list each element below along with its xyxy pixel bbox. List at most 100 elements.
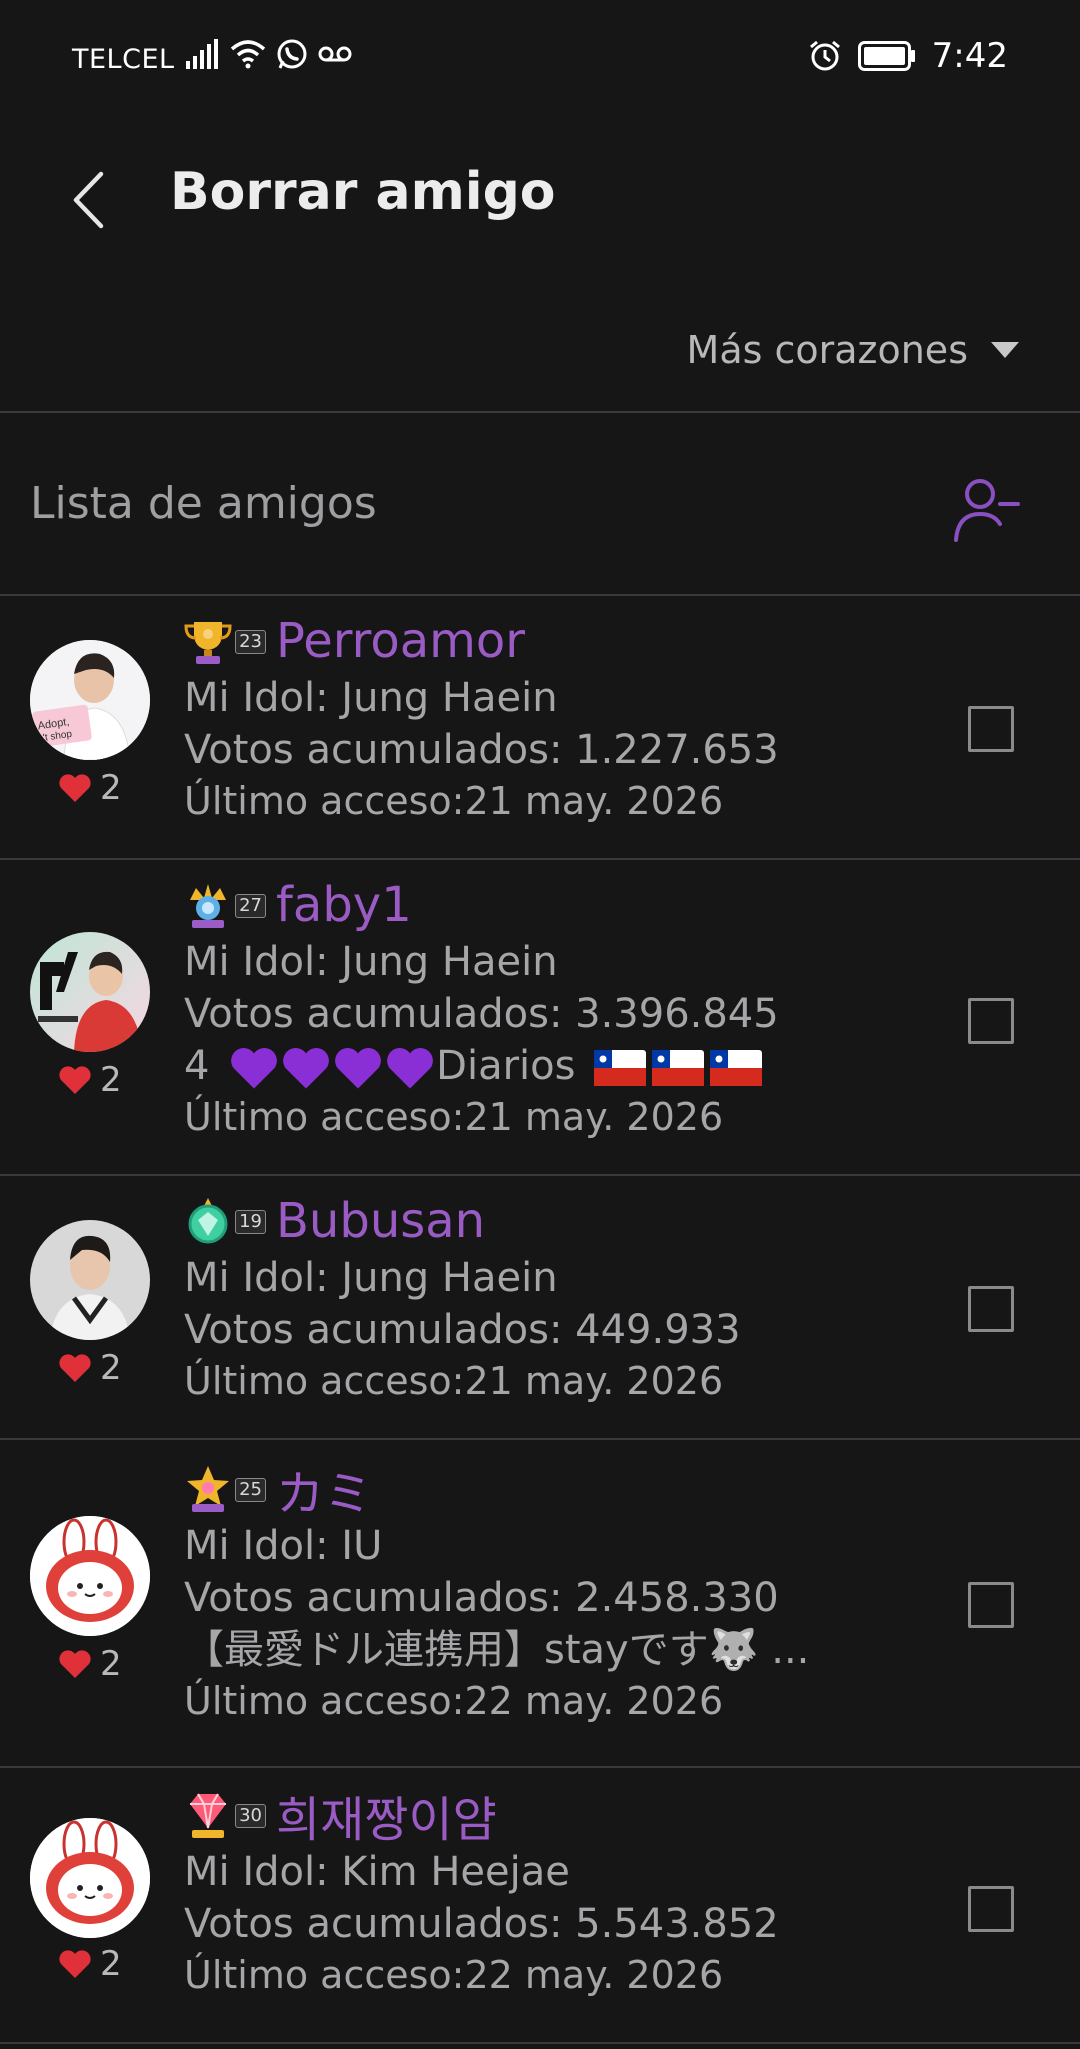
heart-icon: [59, 1066, 91, 1094]
purple-heart-icon: [387, 1048, 434, 1089]
level-badge: 19: [235, 1210, 266, 1234]
section-title: Lista de amigos: [30, 478, 377, 529]
avatar: [30, 1818, 150, 1938]
heart-icon: [59, 1650, 91, 1678]
friends-list-header: Lista de amigos: [0, 414, 1080, 594]
status-suffix: Diarios: [436, 1043, 576, 1089]
friend-name: Perroamor: [276, 613, 525, 669]
alarm-icon: [809, 40, 840, 71]
sort-label: Más corazones: [686, 328, 968, 372]
battery-icon: [857, 41, 915, 71]
hearts-count: 2: [58, 1060, 122, 1100]
friend-row[interactable]: 2 25 カミ Mi Idol: IU Votos acumulados: 2.…: [0, 1440, 1080, 1768]
purple-heart-icon: [335, 1048, 382, 1089]
chile-flag-icon: [594, 1050, 647, 1086]
gem-badge-icon: 19: [184, 1196, 266, 1246]
triangle-down-icon: [991, 342, 1019, 358]
idol-text: Mi Idol: Kim Heejae: [184, 1849, 570, 1895]
friend-info: 23 Perroamor Mi Idol: Jung Haein Votos a…: [184, 610, 779, 826]
remove-friend-button[interactable]: [952, 474, 1024, 544]
idol-text: Mi Idol: Jung Haein: [184, 1255, 558, 1301]
hearts-value: 2: [100, 1348, 122, 1388]
hearts-count: 2: [58, 1944, 122, 1984]
friend-info: 25 カミ Mi Idol: IU Votos acumulados: 2.45…: [184, 1458, 809, 1726]
hearts-count: 2: [58, 1348, 122, 1388]
friend-name: Bubusan: [276, 1193, 486, 1249]
name-line: 27 faby1: [184, 874, 779, 936]
wifi-icon: [230, 40, 266, 69]
status-icons-left: [186, 38, 352, 70]
hearts-value: 2: [100, 1944, 122, 1984]
level-badge: 27: [235, 894, 266, 918]
sort-bar: Más corazones: [0, 318, 1080, 408]
heart-icon: [59, 1950, 91, 1978]
whatsapp-icon: [277, 39, 307, 69]
friend-row[interactable]: Adopt, n't shop 2 23 Perroamor Mi Idol: …: [0, 596, 1080, 860]
status-message: 【最愛ドル連携用】stayです🐺 ...: [184, 1627, 810, 1673]
select-checkbox[interactable]: [968, 998, 1014, 1044]
purple-heart-icon: [283, 1048, 330, 1089]
level-badge: 23: [235, 630, 266, 654]
friend-row[interactable]: 2 19 Bubusan Mi Idol: Jung Haein Votos a…: [0, 1176, 1080, 1440]
level-badge: 30: [235, 1804, 266, 1828]
votes-text: Votos acumulados: 1.227.653: [184, 727, 779, 773]
sort-dropdown[interactable]: Más corazones: [687, 328, 1020, 372]
friend-name: カミ: [276, 1466, 373, 1522]
app-header: Borrar amigo: [0, 140, 1080, 250]
page-title: Borrar amigo: [170, 162, 556, 222]
chevron-left-icon: [73, 171, 104, 229]
status-icons-right: 7:42: [808, 36, 1008, 76]
votes-text: Votos acumulados: 3.396.845: [184, 991, 779, 1037]
friend-row[interactable]: 2 30 희재짱이얌 Mi Idol: Kim Heejae Votos acu…: [0, 1768, 1080, 2044]
friend-name: 희재짱이얌: [276, 1792, 497, 1848]
level-badge: 25: [235, 1478, 266, 1502]
chile-flag-icon: [652, 1050, 705, 1086]
last-access-text: Último acceso:21 may. 2026: [184, 1359, 724, 1403]
status-bar: TELCEL 7:42: [0, 0, 1080, 120]
idol-text: Mi Idol: Jung Haein: [184, 939, 558, 985]
heart-icon: [59, 774, 91, 802]
hearts-value: 2: [100, 1060, 122, 1100]
friend-info: 27 faby1 Mi Idol: Jung Haein Votos acumu…: [184, 874, 779, 1142]
avatar: [30, 1516, 150, 1636]
trophy-badge-icon: 23: [184, 616, 266, 666]
divider: [0, 411, 1080, 413]
diamond-badge-icon: 30: [184, 1790, 266, 1840]
name-line: 30 희재짱이얌: [184, 1784, 779, 1848]
last-access-text: Último acceso:22 may. 2026: [184, 1679, 724, 1723]
select-checkbox[interactable]: [968, 1582, 1014, 1628]
idol-text: Mi Idol: IU: [184, 1523, 383, 1569]
avatar: Adopt, n't shop: [30, 640, 150, 760]
last-access-text: Último acceso:21 may. 2026: [184, 779, 724, 823]
chile-flag-icon: [710, 1050, 763, 1086]
name-line: 25 カミ: [184, 1458, 809, 1522]
back-button[interactable]: [58, 164, 118, 236]
votes-text: Votos acumulados: 2.458.330: [184, 1575, 779, 1621]
avatar: [30, 932, 150, 1052]
friend-info: 19 Bubusan Mi Idol: Jung Haein Votos acu…: [184, 1190, 741, 1406]
remove-user-icon: [954, 479, 1020, 542]
votes-text: Votos acumulados: 5.543.852: [184, 1901, 779, 1947]
purple-heart-icon: [231, 1048, 278, 1089]
select-checkbox[interactable]: [968, 1886, 1014, 1932]
last-access-text: Último acceso:21 may. 2026: [184, 1095, 724, 1139]
hearts-count: 2: [58, 768, 122, 808]
friend-row[interactable]: 2 27 faby1 Mi Idol: Jung Haein Votos acu…: [0, 860, 1080, 1176]
hearts-value: 2: [100, 768, 122, 808]
idol-text: Mi Idol: Jung Haein: [184, 675, 558, 721]
status-message: 4 Diarios: [184, 1040, 779, 1092]
crown-badge-icon: 27: [184, 880, 266, 930]
voicemail-icon: [318, 46, 352, 62]
star-badge-icon: 25: [184, 1464, 266, 1514]
name-line: 19 Bubusan: [184, 1190, 741, 1252]
hearts-value: 2: [100, 1644, 122, 1684]
status-prefix: 4: [184, 1043, 210, 1089]
carrier-label: TELCEL: [72, 44, 175, 75]
friend-info: 30 희재짱이얌 Mi Idol: Kim Heejae Votos acumu…: [184, 1784, 779, 2000]
select-checkbox[interactable]: [968, 1286, 1014, 1332]
clock: 7:42: [931, 36, 1008, 76]
divider: [0, 2042, 1080, 2044]
last-access-text: Último acceso:22 may. 2026: [184, 1953, 724, 1997]
friend-name: faby1: [276, 877, 412, 933]
select-checkbox[interactable]: [968, 706, 1014, 752]
